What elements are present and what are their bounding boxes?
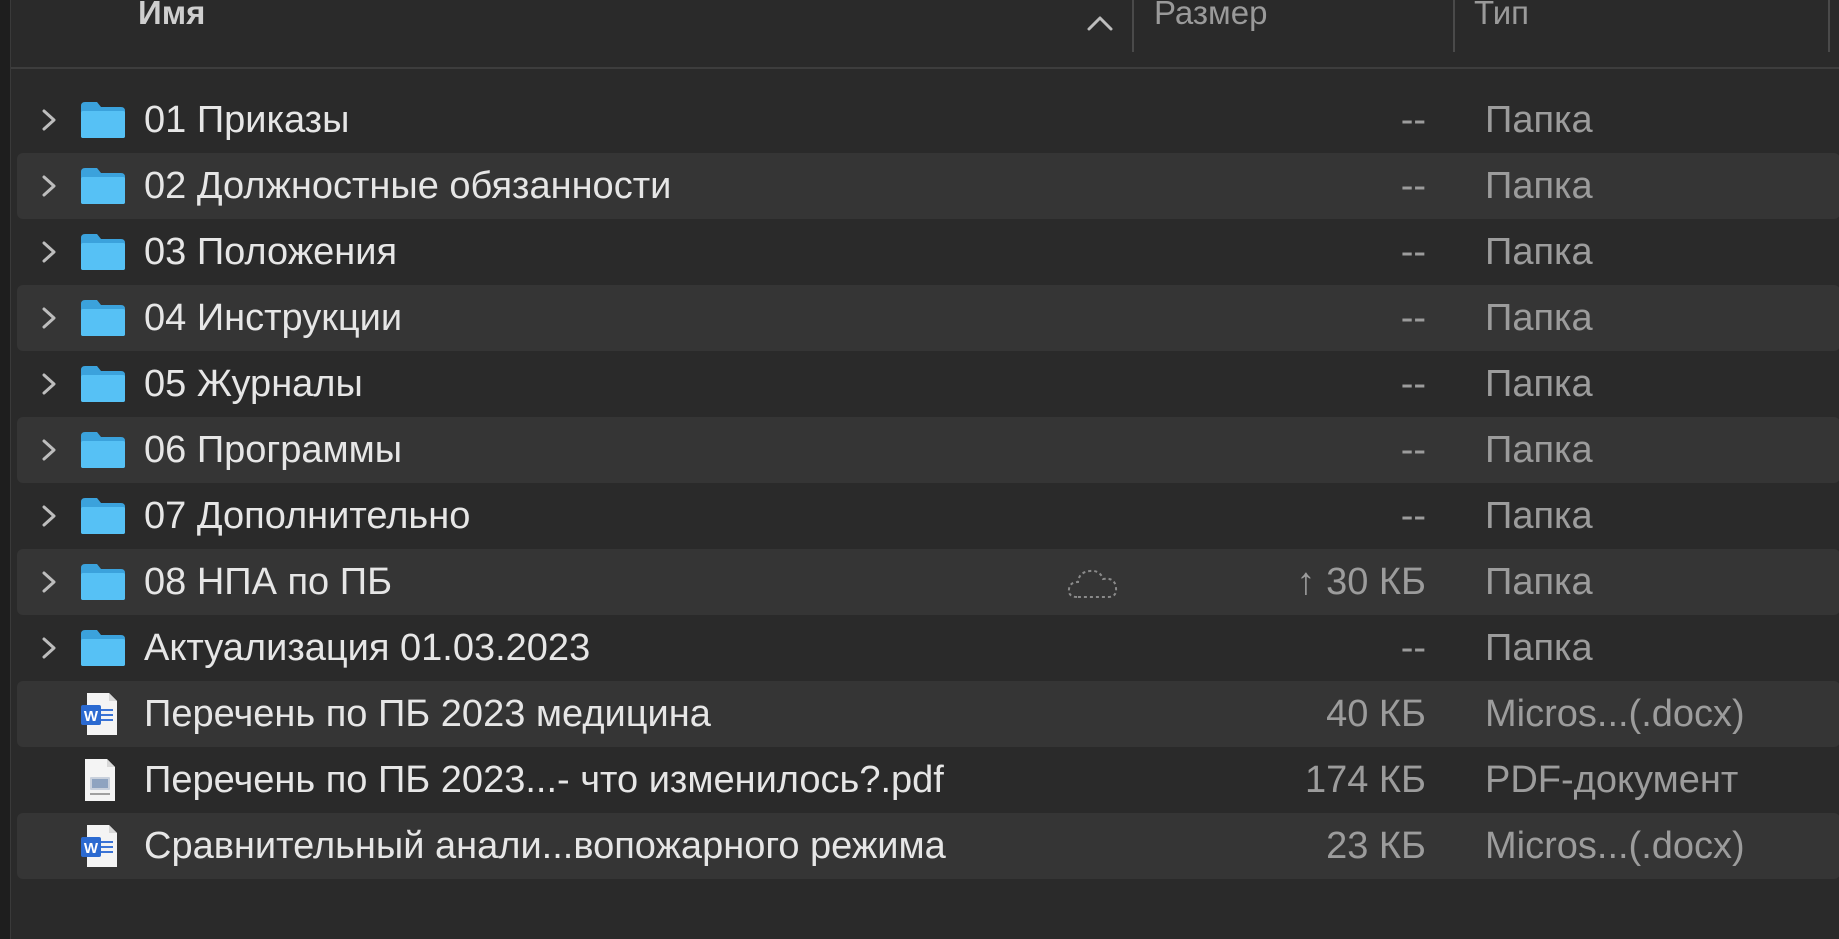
file-name: 07 Дополнительно [144, 495, 471, 537]
file-type: Micros...(.docx) [1485, 693, 1745, 735]
list-item[interactable]: 05 Журналы -- Папка [17, 351, 1839, 417]
folder-icon [81, 102, 125, 138]
file-size: -- [1400, 495, 1426, 537]
list-item[interactable]: 02 Должностные обязанности -- Папка [17, 153, 1839, 219]
chevron-right-icon[interactable] [39, 305, 59, 331]
list-item[interactable]: 03 Положения -- Папка [17, 219, 1839, 285]
file-type: Папка [1485, 99, 1593, 141]
file-type: Папка [1485, 231, 1593, 273]
folder-icon [81, 564, 125, 600]
file-size: 174 КБ [1304, 759, 1426, 801]
file-type: Папка [1485, 627, 1593, 669]
column-header-size[interactable]: Размер [1154, 0, 1267, 52]
chevron-right-icon[interactable] [39, 503, 59, 529]
file-name: 01 Приказы [144, 99, 350, 141]
file-size: -- [1400, 627, 1426, 669]
column-divider[interactable] [1453, 0, 1455, 52]
chevron-right-icon[interactable] [39, 569, 59, 595]
folder-icon [81, 234, 125, 270]
chevron-right-icon[interactable] [39, 635, 59, 661]
file-size: -- [1400, 297, 1426, 339]
list-item[interactable]: Актуализация 01.03.2023 -- Папка [17, 615, 1839, 681]
list-item[interactable]: 08 НПА по ПБ ↑ 30 КБ Папка [17, 549, 1839, 615]
file-type: Папка [1485, 561, 1593, 603]
file-name: Сравнительный анали...вопожарного режима [144, 825, 946, 867]
file-size: -- [1400, 231, 1426, 273]
sort-ascending-chevron-icon[interactable] [1085, 12, 1115, 34]
pdf-document-icon [85, 759, 115, 801]
folder-icon [81, 432, 125, 468]
folder-icon [81, 300, 125, 336]
column-divider[interactable] [1828, 0, 1830, 52]
file-size: -- [1400, 165, 1426, 207]
column-header: Имя Размер Тип [11, 0, 1839, 69]
file-name: 06 Программы [144, 429, 403, 471]
svg-text:W: W [84, 840, 99, 857]
column-divider[interactable] [1132, 0, 1134, 52]
word-document-icon: W [81, 825, 117, 867]
svg-text:W: W [84, 708, 99, 725]
list-item[interactable]: 04 Инструкции -- Папка [17, 285, 1839, 351]
list-item[interactable]: 01 Приказы -- Папка [17, 87, 1839, 153]
folder-icon [81, 498, 125, 534]
file-type: PDF-документ [1485, 759, 1739, 801]
column-header-name[interactable]: Имя [138, 0, 205, 52]
file-type: Папка [1485, 363, 1593, 405]
file-type: Папка [1485, 297, 1593, 339]
file-name: Актуализация 01.03.2023 [144, 627, 591, 669]
file-type: Папка [1485, 495, 1593, 537]
list-item[interactable]: W Сравнительный анали...вопожарного режи… [17, 813, 1839, 879]
list-item[interactable]: W Перечень по ПБ 2023 медицина 40 КБ Mic… [17, 681, 1839, 747]
file-list: 01 Приказы -- Папка 02 Должностные обяза… [17, 87, 1839, 879]
file-name: 02 Должностные обязанности [144, 165, 672, 207]
chevron-right-icon[interactable] [39, 371, 59, 397]
folder-icon [81, 168, 125, 204]
file-name: Перечень по ПБ 2023...- что изменилось?.… [144, 759, 944, 801]
word-document-icon: W [81, 693, 117, 735]
file-name: Перечень по ПБ 2023 медицина [144, 693, 711, 735]
file-name: 04 Инструкции [144, 297, 403, 339]
file-size: 23 КБ [1326, 825, 1426, 867]
file-name: 08 НПА по ПБ [144, 561, 393, 603]
folder-icon [81, 630, 125, 666]
file-name: 05 Журналы [144, 363, 363, 405]
list-item[interactable]: 06 Программы -- Папка [17, 417, 1839, 483]
file-size: -- [1400, 363, 1426, 405]
chevron-right-icon[interactable] [39, 173, 59, 199]
file-size: -- [1400, 429, 1426, 471]
chevron-right-icon[interactable] [39, 239, 59, 265]
list-item[interactable]: Перечень по ПБ 2023...- что изменилось?.… [17, 747, 1839, 813]
column-header-type[interactable]: Тип [1474, 0, 1529, 52]
file-size: ↑ 30 КБ [1296, 561, 1426, 603]
file-size: 40 КБ [1326, 693, 1426, 735]
finder-list-view: Имя Размер Тип 01 Приказы -- Папка 02 До… [10, 0, 1839, 939]
file-type: Папка [1485, 429, 1593, 471]
cloud-dashed-icon [1067, 569, 1118, 598]
chevron-right-icon[interactable] [39, 107, 59, 133]
file-size: -- [1400, 99, 1426, 141]
file-type: Micros...(.docx) [1485, 825, 1745, 867]
file-name: 03 Положения [144, 231, 398, 273]
folder-icon [81, 366, 125, 402]
file-type: Папка [1485, 165, 1593, 207]
chevron-right-icon[interactable] [39, 437, 59, 463]
list-item[interactable]: 07 Дополнительно -- Папка [17, 483, 1839, 549]
